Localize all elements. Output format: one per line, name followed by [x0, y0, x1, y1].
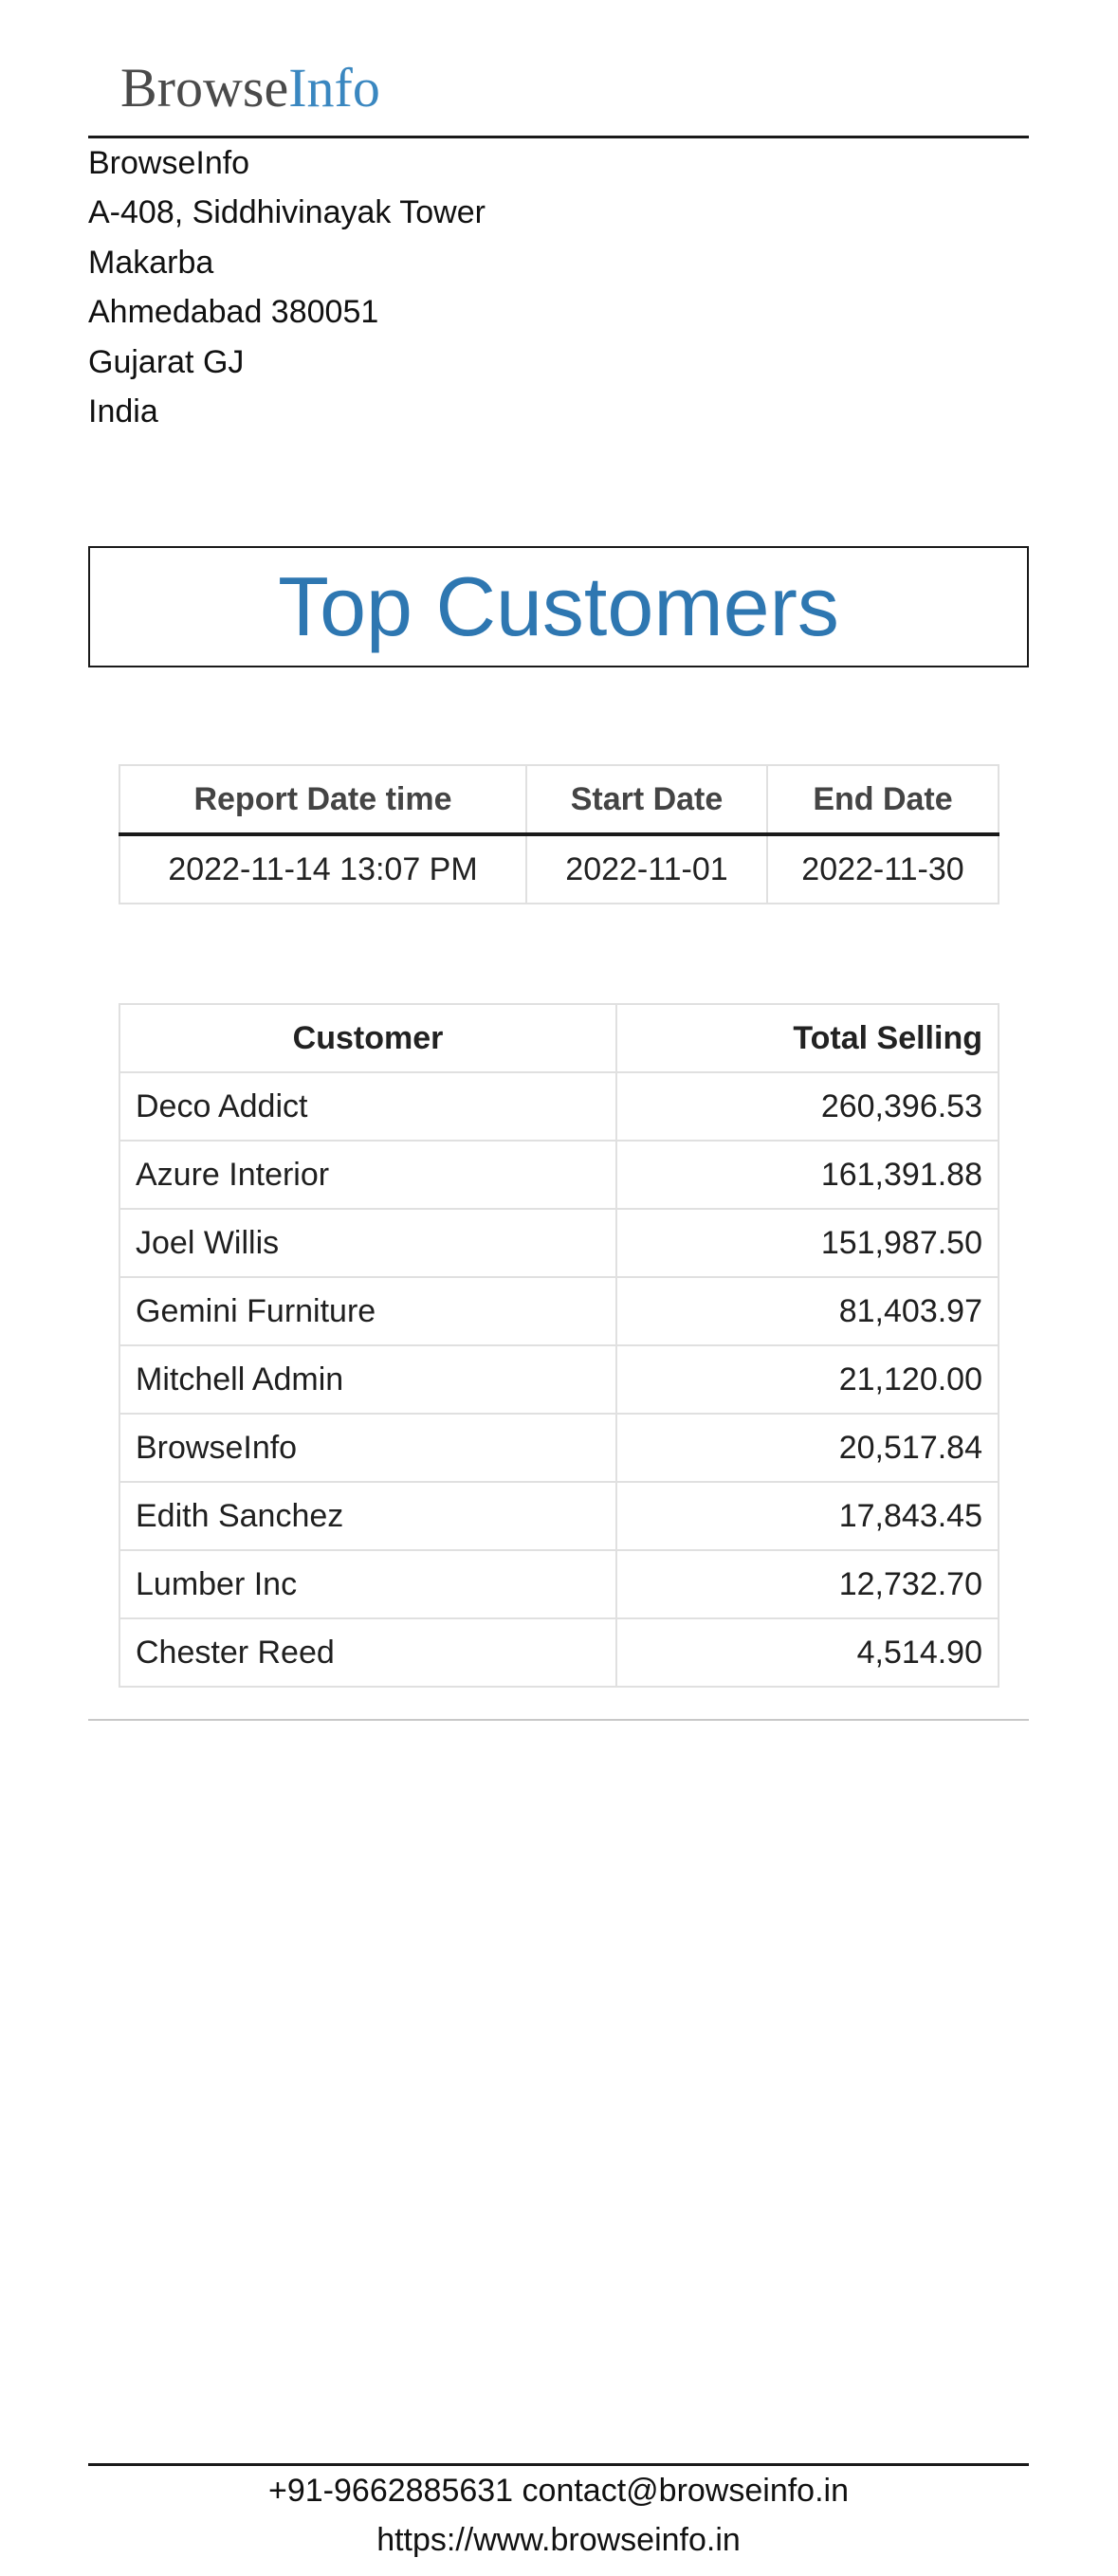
address-line-2: Makarba [88, 244, 214, 281]
customer-total: 4,514.90 [615, 1617, 999, 1688]
top-customers-table: Customer Total Selling Deco Addict 260,3… [119, 1003, 999, 1688]
customer-name: Mitchell Admin [119, 1344, 617, 1415]
customer-name: Joel Willis [119, 1208, 617, 1278]
report-datetime-value: 2022-11-14 13:07 PM [119, 833, 527, 904]
customer-name: Azure Interior [119, 1140, 617, 1210]
footer-website: https://www.browseinfo.in [376, 2522, 741, 2558]
address-country: India [88, 393, 158, 430]
customer-total: 20,517.84 [615, 1413, 999, 1483]
customer-total: 161,391.88 [615, 1140, 999, 1210]
customer-name: BrowseInfo [119, 1413, 617, 1483]
report-meta-header-row: Report Date time Start Date End Date [119, 764, 999, 836]
customer-total: 12,732.70 [615, 1549, 999, 1619]
report-meta-table: Report Date time Start Date End Date 202… [119, 764, 999, 904]
end-date-value: 2022-11-30 [766, 833, 999, 904]
customer-name: Chester Reed [119, 1617, 617, 1688]
logo-text-browse: Browse [120, 57, 289, 119]
table-row: Gemini Furniture 81,403.97 [119, 1276, 999, 1346]
customer-total: 260,396.53 [615, 1071, 999, 1142]
content-divider [88, 1719, 1029, 1721]
customer-total: 17,843.45 [615, 1481, 999, 1551]
page-footer: +91-9662885631 contact@browseinfo.in htt… [88, 2466, 1029, 2565]
header-customer: Customer [119, 1003, 617, 1073]
customer-name: Gemini Furniture [119, 1276, 617, 1346]
customer-name: Deco Addict [119, 1071, 617, 1142]
table-row: Mitchell Admin 21,120.00 [119, 1344, 999, 1415]
start-date-value: 2022-11-01 [525, 833, 768, 904]
table-row: Lumber Inc 12,732.70 [119, 1549, 999, 1619]
address-line-1: A-408, Siddhivinayak Tower [88, 194, 486, 231]
table-row: Azure Interior 161,391.88 [119, 1140, 999, 1210]
header-report-datetime: Report Date time [119, 764, 527, 836]
table-row: Deco Addict 260,396.53 [119, 1071, 999, 1142]
customer-total: 151,987.50 [615, 1208, 999, 1278]
table-row: BrowseInfo 20,517.84 [119, 1413, 999, 1483]
logo-text-info: Info [288, 57, 380, 119]
header-end-date: End Date [766, 764, 999, 836]
table-row: Edith Sanchez 17,843.45 [119, 1481, 999, 1551]
report-title: Top Customers [278, 559, 839, 653]
customers-header-row: Customer Total Selling [119, 1003, 999, 1073]
company-address: BrowseInfo A-408, Siddhivinayak Tower Ma… [88, 138, 486, 436]
header-start-date: Start Date [525, 764, 768, 836]
report-meta-value-row: 2022-11-14 13:07 PM 2022-11-01 2022-11-3… [119, 833, 999, 904]
customer-name: Lumber Inc [119, 1549, 617, 1619]
header-total-selling: Total Selling [615, 1003, 999, 1073]
report-title-box: Top Customers [88, 546, 1029, 667]
customer-total: 81,403.97 [615, 1276, 999, 1346]
customer-name: Edith Sanchez [119, 1481, 617, 1551]
company-logo: BrowseInfo [120, 53, 380, 123]
footer-contact: +91-9662885631 contact@browseinfo.in [268, 2473, 849, 2509]
table-row: Joel Willis 151,987.50 [119, 1208, 999, 1278]
address-state: Gujarat GJ [88, 343, 245, 380]
address-city-zip: Ahmedabad 380051 [88, 294, 379, 331]
company-name: BrowseInfo [88, 145, 250, 181]
customer-total: 21,120.00 [615, 1344, 999, 1415]
table-row: Chester Reed 4,514.90 [119, 1617, 999, 1688]
